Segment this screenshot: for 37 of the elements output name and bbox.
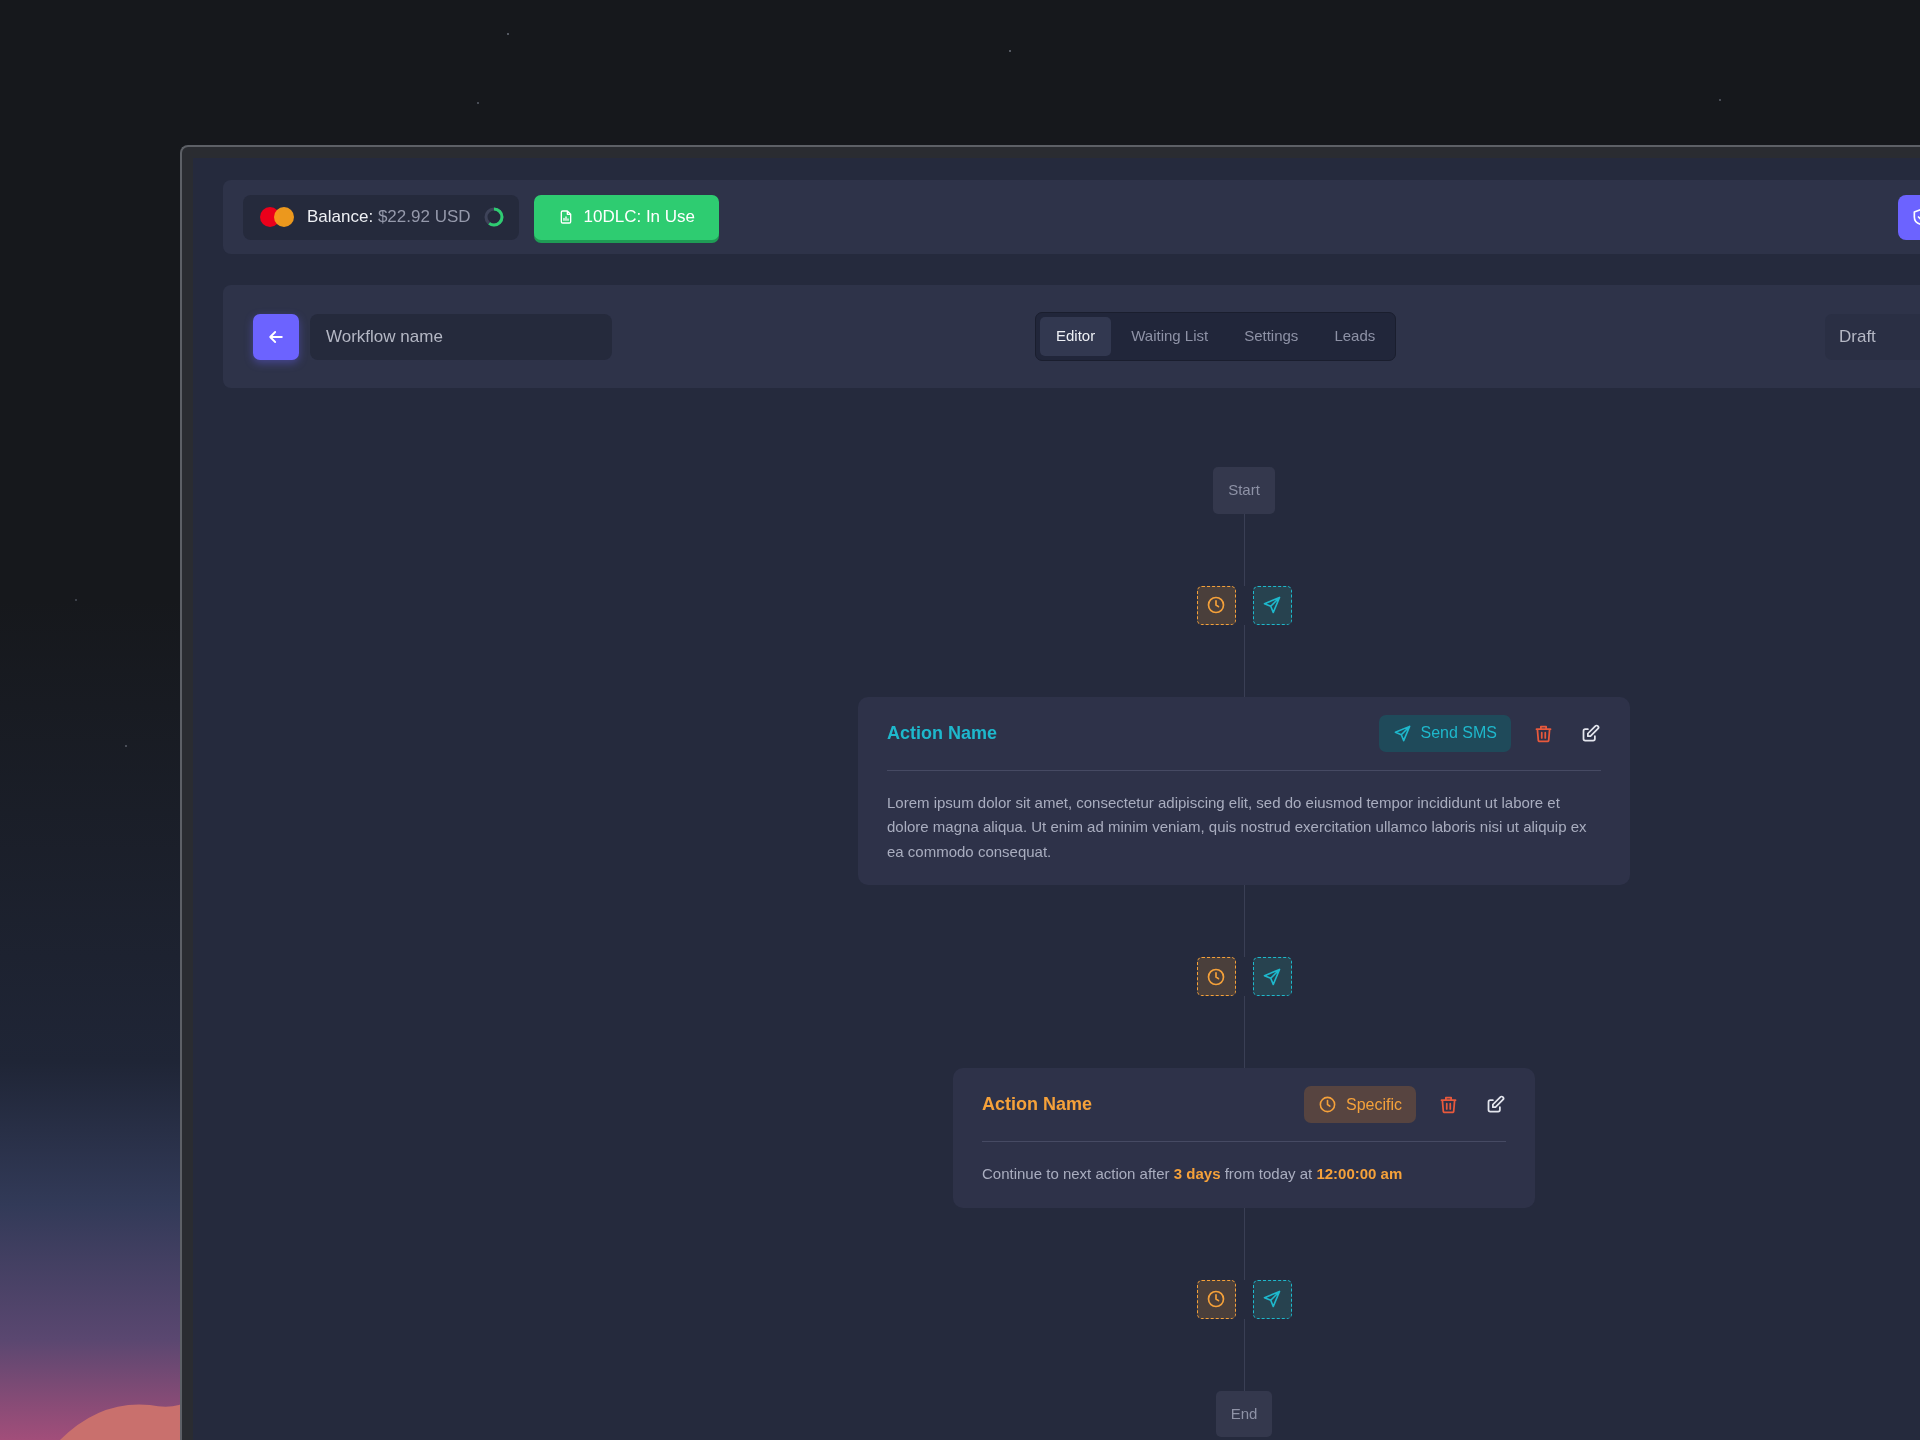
end-node: End: [1215, 1390, 1273, 1437]
workflow-name-field[interactable]: Workflow name: [310, 313, 612, 360]
add-message-button[interactable]: [1252, 957, 1292, 996]
clock-icon: [1206, 595, 1226, 615]
clock-icon: [1206, 1289, 1226, 1309]
send-icon: [1392, 723, 1412, 743]
status-dropdown[interactable]: Draft: [1825, 313, 1920, 360]
add-message-button[interactable]: [1252, 585, 1292, 625]
action-title: Action Name: [982, 1093, 1093, 1116]
tab[interactable]: Editor: [1040, 317, 1112, 356]
action-type-tag[interactable]: Specific: [1303, 1086, 1416, 1123]
trash-icon: [1438, 1094, 1459, 1115]
edit-button[interactable]: [1485, 1094, 1506, 1115]
add-delay-button[interactable]: [1196, 1279, 1236, 1319]
send-icon: [1262, 966, 1282, 987]
card-logo-icon: [259, 206, 295, 228]
action-description: Lorem ipsum dolor sit amet, consectetur adipiscing elit, sed do eiusmod tempor incididunt ut labore et dolore magna aliqua. Ut enim ad minim veniam, quis nostrud exercitation ullamco laboris nisi ut aliquip ex ea commodo consequat.: [887, 792, 1588, 862]
edit-button[interactable]: [1580, 722, 1601, 744]
add-delay-button[interactable]: [1196, 585, 1236, 625]
clock-icon: [1317, 1095, 1337, 1114]
edit-icon: [1580, 722, 1601, 744]
tab[interactable]: Waiting List: [1115, 317, 1225, 356]
start-node: Start: [1213, 467, 1275, 514]
send-icon: [1262, 1289, 1282, 1309]
delete-button[interactable]: [1438, 1094, 1459, 1115]
action-title: Action Name: [887, 721, 998, 745]
action-description: Continue to next action after 3 days from today at 12:00:00 am: [982, 1164, 1404, 1184]
tab[interactable]: Settings: [1228, 317, 1315, 356]
add-delay-button[interactable]: [1196, 957, 1236, 996]
add-message-button[interactable]: [1252, 1279, 1292, 1319]
clock-icon: [1206, 966, 1226, 987]
back-button[interactable]: [253, 313, 299, 360]
send-icon: [1262, 595, 1282, 615]
edit-icon: [1485, 1094, 1506, 1115]
tab[interactable]: Leads: [1318, 317, 1392, 356]
balance-text: Balance: $22.92 USD: [307, 206, 471, 229]
action-type-tag[interactable]: Send SMS: [1378, 714, 1511, 752]
